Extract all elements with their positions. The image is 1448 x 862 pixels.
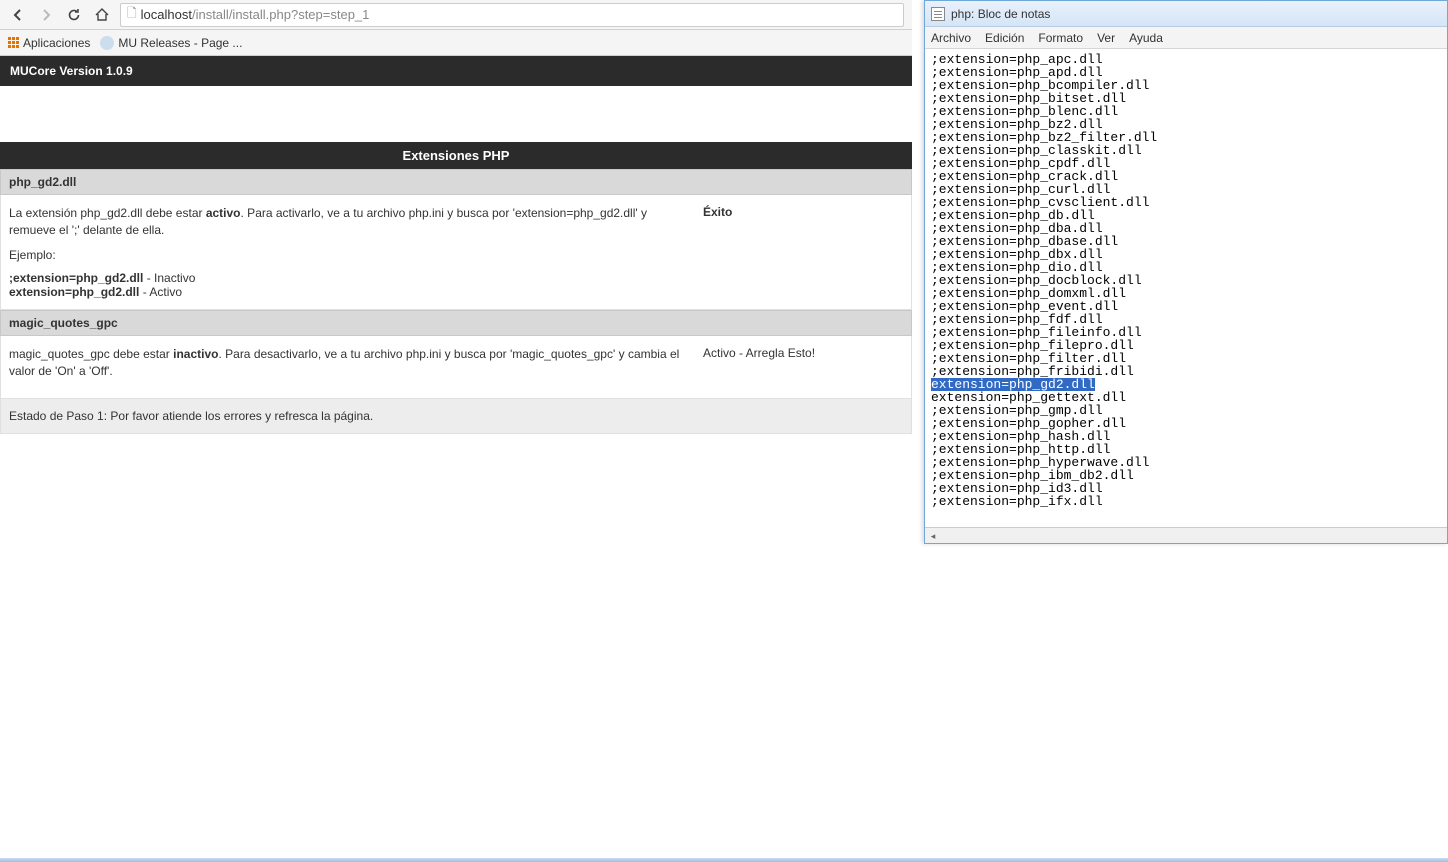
url-bar[interactable]: 🗋 localhost/install/install.php?step=ste… xyxy=(120,3,904,27)
bookmarks-bar: Aplicaciones MU Releases - Page ... xyxy=(0,30,912,56)
taskbar-edge xyxy=(0,858,1448,862)
horizontal-scrollbar[interactable]: ◂ xyxy=(925,527,1447,543)
magic-row: magic_quotes_gpc debe estar inactivo. Pa… xyxy=(0,336,912,399)
gd2-description: La extensión php_gd2.dll debe estar acti… xyxy=(9,205,703,299)
notepad-title: php: Bloc de notas xyxy=(951,7,1050,21)
apps-icon xyxy=(8,37,19,48)
menu-file[interactable]: Archivo xyxy=(931,31,971,45)
mu-releases-bookmark[interactable]: MU Releases - Page ... xyxy=(100,36,242,50)
menu-view[interactable]: Ver xyxy=(1097,31,1115,45)
page-title: MUCore Version 1.0.9 xyxy=(0,56,912,86)
page-content: MUCore Version 1.0.9 Extensiones PHP php… xyxy=(0,56,912,434)
home-icon xyxy=(94,7,110,23)
gd2-row: La extensión php_gd2.dll debe estar acti… xyxy=(0,195,912,310)
step-status: Estado de Paso 1: Por favor atiende los … xyxy=(0,399,912,434)
page-icon: 🗋 xyxy=(127,4,137,25)
menu-edit[interactable]: Edición xyxy=(985,31,1024,45)
gd2-status: Éxito xyxy=(703,205,903,299)
notepad-text-area[interactable]: ;extension=php_apc.dll;extension=php_apd… xyxy=(925,49,1447,527)
apps-bookmark[interactable]: Aplicaciones xyxy=(8,36,90,50)
reload-button[interactable] xyxy=(64,5,84,25)
mu-releases-label: MU Releases - Page ... xyxy=(118,36,242,50)
notepad-line: ;extension=php_ifx.dll xyxy=(931,495,1441,508)
arrow-left-icon xyxy=(10,7,26,23)
menu-help[interactable]: Ayuda xyxy=(1129,31,1163,45)
notepad-window: php: Bloc de notas Archivo Edición Forma… xyxy=(924,0,1448,544)
home-button[interactable] xyxy=(92,5,112,25)
favicon-icon xyxy=(100,36,114,50)
browser-toolbar: 🗋 localhost/install/install.php?step=ste… xyxy=(0,0,912,30)
url-path: /install/install.php?step=step_1 xyxy=(192,7,369,22)
magic-subheader: magic_quotes_gpc xyxy=(0,310,912,336)
apps-label: Aplicaciones xyxy=(23,36,90,50)
menu-format[interactable]: Formato xyxy=(1038,31,1083,45)
section-title: Extensiones PHP xyxy=(0,142,912,169)
url-text: localhost/install/install.php?step=step_… xyxy=(141,7,370,22)
magic-status: Activo - Arregla Esto! xyxy=(703,346,903,388)
notepad-titlebar[interactable]: php: Bloc de notas xyxy=(925,1,1447,27)
notepad-menubar: Archivo Edición Formato Ver Ayuda xyxy=(925,27,1447,49)
reload-icon xyxy=(66,7,82,23)
back-button[interactable] xyxy=(8,5,28,25)
scroll-left-icon: ◂ xyxy=(925,528,941,544)
magic-description: magic_quotes_gpc debe estar inactivo. Pa… xyxy=(9,346,703,388)
url-host: localhost xyxy=(141,7,192,22)
gd2-subheader: php_gd2.dll xyxy=(0,169,912,195)
forward-button[interactable] xyxy=(36,5,56,25)
notepad-icon xyxy=(931,7,945,21)
arrow-right-icon xyxy=(38,7,54,23)
